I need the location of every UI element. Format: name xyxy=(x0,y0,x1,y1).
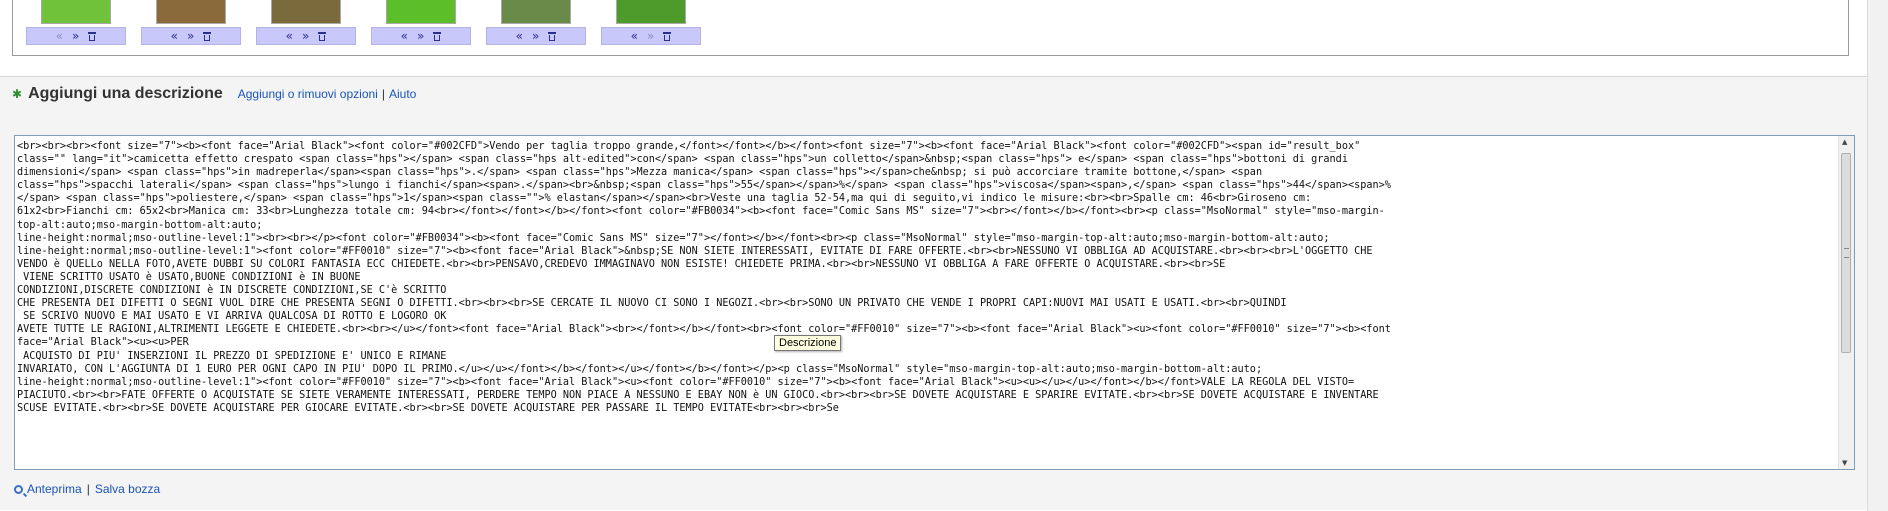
photo-thumbnail[interactable]: « » xyxy=(486,0,586,47)
source-line: SCUSE EVITATE.<br><br>SE DOVETE ACQUISTA… xyxy=(17,402,839,414)
move-right-button[interactable]: » xyxy=(532,29,539,43)
photo-thumbnail[interactable]: « » xyxy=(601,0,701,47)
trash-icon[interactable] xyxy=(433,31,442,41)
source-line: VENDO è QUELLo NELLA FOTO,AVETE DUBBI SU… xyxy=(17,258,1226,270)
add-remove-options-link[interactable]: Aggiungi o rimuovi opzioni xyxy=(238,87,378,101)
source-line: INVARIATO, CON L'AGGIUNTA DI 1 EURO PER … xyxy=(17,363,1263,375)
html-source-text[interactable]: <br><br><br><font size="7"><b><font face… xyxy=(17,140,1835,466)
source-line: PIACIUTO.<br><br>FATE OFFERTE O ACQUISTA… xyxy=(17,389,1379,401)
move-left-button[interactable]: « xyxy=(516,29,523,43)
section-links: Aggiungi o rimuovi opzioni | Aiuto xyxy=(238,87,417,101)
photo-controls: « » xyxy=(486,27,586,45)
source-line: line-height:normal;mso-outline-level:1">… xyxy=(17,376,1355,388)
editor-footer-links: Anteprima | Salva bozza xyxy=(14,482,160,496)
photo-controls: « » xyxy=(256,27,356,45)
photo-thumbnail[interactable]: « » xyxy=(371,0,471,47)
photo-controls: « » xyxy=(141,27,241,45)
source-line: </span> <span class="hps">poliestere,</s… xyxy=(17,193,1312,205)
source-line: CHE PRESENTA DEI DIFETTI O SEGNI VUOL DI… xyxy=(17,298,1287,310)
source-line: class="" lang="it">camicetta effetto cre… xyxy=(17,154,1348,166)
source-line: 61x2<br>Fianchi cm: 65x2<br>Manica cm: 3… xyxy=(17,206,1385,218)
vertical-scrollbar[interactable]: ▲ ▼ xyxy=(1838,136,1854,469)
photo-image[interactable] xyxy=(41,0,111,24)
move-right-button[interactable]: » xyxy=(72,29,79,43)
photo-controls: « » xyxy=(371,27,471,45)
source-line: dimensioni</span> <span class="hps">in m… xyxy=(17,167,1263,179)
source-line: class="hps">spacchi laterali</span> <spa… xyxy=(17,180,1391,192)
photo-controls: « » xyxy=(601,27,701,45)
magnifier-icon xyxy=(14,484,23,494)
trash-icon[interactable] xyxy=(663,31,672,41)
move-right-button[interactable]: » xyxy=(302,29,309,43)
description-html-editor[interactable]: <br><br><br><font size="7"><b><font face… xyxy=(14,135,1855,470)
scrollbar-thumb[interactable] xyxy=(1841,153,1851,353)
source-line: ACQUISTO DI PIU' INSERZIONI IL PREZZO DI… xyxy=(17,350,447,362)
trash-icon[interactable] xyxy=(88,31,97,41)
trash-icon[interactable] xyxy=(318,31,327,41)
photo-image[interactable] xyxy=(616,0,686,24)
tooltip: Descrizione xyxy=(774,335,842,351)
photo-gallery: « » « » « » « » « » « » xyxy=(12,0,1849,56)
move-right-button[interactable]: » xyxy=(417,29,424,43)
description-section: ✱ Aggiungi una descrizione Aggiungi o ri… xyxy=(0,76,1867,510)
trash-icon[interactable] xyxy=(548,31,557,41)
move-left-button[interactable]: « xyxy=(286,29,293,43)
photo-image[interactable] xyxy=(156,0,226,24)
photo-thumbnail[interactable]: « » xyxy=(256,0,356,47)
move-left-button[interactable]: « xyxy=(631,29,638,43)
move-right-button[interactable]: » xyxy=(187,29,194,43)
source-line: VIENE SCRITTO USATO è USATO,BUONE CONDIZ… xyxy=(17,271,361,283)
help-link[interactable]: Aiuto xyxy=(389,87,416,101)
grip-icon xyxy=(1844,248,1849,258)
move-right-button: » xyxy=(647,29,655,43)
section-title: Aggiungi una descrizione xyxy=(28,85,223,102)
source-line: SE SCRIVO NUOVO E MAI USATO E VI ARRIVA … xyxy=(17,311,447,323)
save-draft-link[interactable]: Salva bozza xyxy=(95,482,160,496)
photo-thumbnail[interactable]: « » xyxy=(141,0,241,47)
source-line: line-height:normal;mso-outline-level:1">… xyxy=(17,232,1330,244)
source-line: face="Arial Black"><u><u>PER xyxy=(17,337,189,349)
photo-image[interactable] xyxy=(271,0,341,24)
source-line: top-alt:auto;mso-margin-bottom-alt:auto; xyxy=(17,219,263,231)
preview-link[interactable]: Anteprima xyxy=(27,482,82,496)
photo-thumbnail[interactable]: « » xyxy=(26,0,126,47)
link-separator: | xyxy=(86,482,90,496)
source-line: line-height:normal;mso-outline-level:1">… xyxy=(17,245,1373,257)
link-separator: | xyxy=(381,87,385,101)
move-left-button[interactable]: « xyxy=(401,29,408,43)
star-icon: ✱ xyxy=(12,87,23,101)
move-left-button: « xyxy=(55,29,63,43)
photo-image[interactable] xyxy=(501,0,571,24)
source-line: CONDIZIONI,DISCRETE CONDIZIONI è IN DISC… xyxy=(17,285,447,297)
source-line: AVETE TUTTE LE RAGIONI,ALTRIMENTI LEGGET… xyxy=(17,324,1391,336)
section-header: ✱ Aggiungi una descrizione Aggiungi o ri… xyxy=(12,85,416,103)
move-left-button[interactable]: « xyxy=(171,29,178,43)
source-line: <br><br><br><font size="7"><b><font face… xyxy=(17,141,1361,152)
trash-icon[interactable] xyxy=(203,31,212,41)
photo-controls: « » xyxy=(26,27,126,45)
photo-image[interactable] xyxy=(386,0,456,24)
page-scrollbar[interactable] xyxy=(1867,0,1888,511)
scroll-down-icon[interactable]: ▼ xyxy=(1842,459,1847,467)
scroll-up-icon[interactable]: ▲ xyxy=(1842,138,1847,146)
